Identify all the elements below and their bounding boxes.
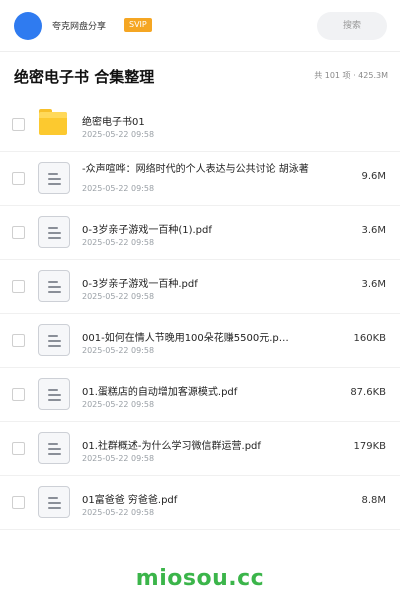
doc-icon bbox=[38, 432, 71, 465]
list-item[interactable]: 绝密电子书01 2025-05-22 09:58 bbox=[0, 98, 400, 152]
select-checkbox[interactable] bbox=[12, 496, 25, 509]
watermark: miosou.cc bbox=[135, 566, 265, 591]
share-owner-name: 夸克网盘分享 bbox=[52, 22, 107, 32]
file-date: 2025-05-22 09:58 bbox=[82, 454, 155, 463]
select-checkbox[interactable] bbox=[12, 172, 25, 185]
select-checkbox[interactable] bbox=[12, 118, 25, 131]
select-checkbox[interactable] bbox=[12, 334, 25, 347]
doc-icon bbox=[38, 378, 71, 411]
list-item[interactable]: -众声喧哗：网络时代的个人表达与公共讨论 胡泳著 2025-05-22 09:5… bbox=[0, 152, 400, 206]
file-name: -众声喧哗：网络时代的个人表达与公共讨论 胡泳著 bbox=[82, 164, 309, 175]
file-size: 160KB bbox=[353, 333, 386, 344]
doc-icon bbox=[38, 324, 71, 357]
file-name: 01富爸爸 穷爸爸.pdf bbox=[82, 495, 178, 506]
list-item[interactable]: 01富爸爸 穷爸爸.pdf 2025-05-22 09:58 8.8M bbox=[0, 476, 400, 530]
file-date: 2025-05-22 09:58 bbox=[82, 238, 155, 247]
file-name: 001-如何在情人节晚用100朵花赚5500元.p… bbox=[82, 333, 289, 344]
doc-icon bbox=[38, 486, 71, 519]
select-checkbox[interactable] bbox=[12, 280, 25, 293]
file-date: 2025-05-22 09:58 bbox=[82, 130, 155, 139]
file-size: 87.6KB bbox=[350, 387, 386, 398]
list-item[interactable]: 01.社群概述-为什么学习微信群运营.pdf 2025-05-22 09:58 … bbox=[0, 422, 400, 476]
list-item[interactable]: 0-3岁亲子游戏一百种(1).pdf 2025-05-22 09:58 3.6M bbox=[0, 206, 400, 260]
list-item[interactable]: 001-如何在情人节晚用100朵花赚5500元.p… 2025-05-22 09… bbox=[0, 314, 400, 368]
title-bar: 绝密电子书 合集整理 共 101 项 · 425.3M bbox=[0, 52, 400, 98]
file-date: 2025-05-22 09:58 bbox=[82, 400, 155, 409]
file-list: 绝密电子书01 2025-05-22 09:58 -众声喧哗：网络时代的个人表达… bbox=[0, 98, 400, 530]
file-name: 01.社群概述-为什么学习微信群运营.pdf bbox=[82, 441, 261, 452]
select-checkbox[interactable] bbox=[12, 226, 25, 239]
file-size: 3.6M bbox=[361, 225, 386, 236]
doc-icon bbox=[38, 216, 71, 249]
svip-badge: SVIP bbox=[124, 18, 152, 32]
file-size: 3.6M bbox=[361, 279, 386, 290]
avatar[interactable] bbox=[14, 12, 42, 40]
file-name: 0-3岁亲子游戏一百种(1).pdf bbox=[82, 225, 212, 236]
file-date: 2025-05-22 09:58 bbox=[82, 292, 155, 301]
search-input[interactable]: 搜索 bbox=[317, 12, 387, 40]
select-checkbox[interactable] bbox=[12, 388, 25, 401]
file-date: 2025-05-22 09:58 bbox=[82, 346, 155, 355]
list-item[interactable]: 0-3岁亲子游戏一百种.pdf 2025-05-22 09:58 3.6M bbox=[0, 260, 400, 314]
list-item[interactable]: 01.蛋糕店的自动增加客源模式.pdf 2025-05-22 09:58 87.… bbox=[0, 368, 400, 422]
item-count-summary: 共 101 项 · 425.3M bbox=[314, 71, 388, 80]
folder-icon bbox=[38, 108, 71, 141]
file-name: 绝密电子书01 bbox=[82, 117, 145, 128]
file-date: 2025-05-22 09:58 bbox=[82, 184, 155, 193]
file-size: 179KB bbox=[353, 441, 386, 452]
doc-icon bbox=[38, 270, 71, 303]
file-name: 0-3岁亲子游戏一百种.pdf bbox=[82, 279, 198, 290]
file-name: 01.蛋糕店的自动增加客源模式.pdf bbox=[82, 387, 238, 398]
file-date: 2025-05-22 09:58 bbox=[82, 508, 155, 517]
select-checkbox[interactable] bbox=[12, 442, 25, 455]
top-header: 夸克网盘分享 SVIP 搜索 bbox=[0, 0, 400, 52]
doc-icon bbox=[38, 162, 71, 195]
file-size: 9.6M bbox=[361, 171, 386, 182]
file-size: 8.8M bbox=[361, 495, 386, 506]
page-title: 绝密电子书 合集整理 bbox=[14, 68, 155, 86]
